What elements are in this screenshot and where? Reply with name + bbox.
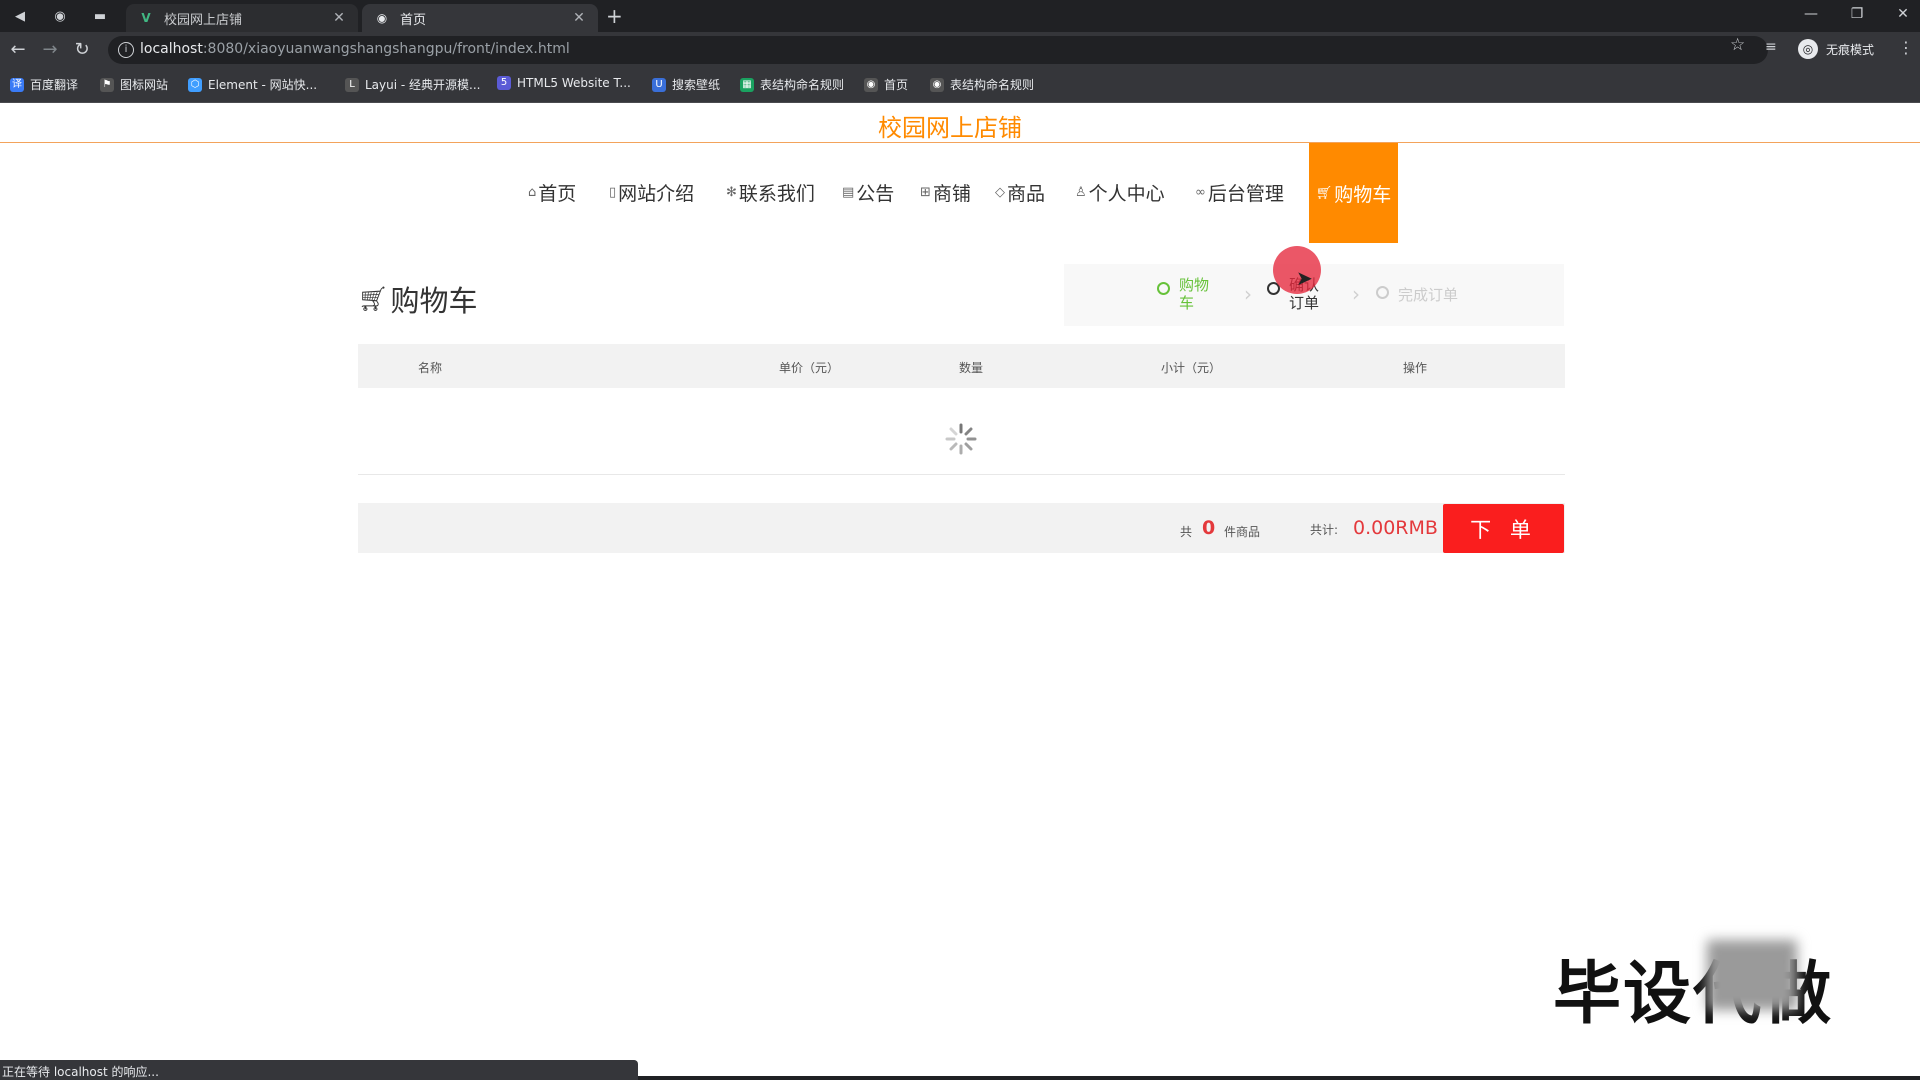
cursor-icon: ➤	[1296, 266, 1313, 290]
bookmark-item[interactable]: 译百度翻译	[10, 76, 78, 93]
globe-icon[interactable]: ◉	[50, 6, 70, 26]
user-icon: ♙	[1075, 185, 1087, 200]
audio-icon[interactable]: ◀	[10, 6, 30, 26]
bottom-edge	[638, 1076, 1920, 1080]
status-text: 正在等待 localhost 的响应...	[2, 1065, 159, 1079]
cart-icon: 🛒︎	[1315, 185, 1333, 201]
url-path: :8080/xiaoyuanwangshangshangpu/front/ind…	[202, 41, 570, 57]
column-quantity: 数量	[959, 361, 984, 375]
grid-icon: ⊞	[920, 185, 931, 200]
item-count-suffix: 件商品	[1224, 525, 1261, 539]
bookmark-star-icon[interactable]: ☆	[1730, 35, 1745, 55]
forward-icon[interactable]: →	[38, 39, 62, 61]
item-count-prefix: 共	[1180, 525, 1193, 539]
column-unit-price: 单价（元）	[779, 361, 840, 375]
site-header: 校园网上店铺	[0, 102, 1920, 143]
step-cart: 购物车	[1157, 276, 1209, 312]
bookmark-item[interactable]: ⬡ Element - 网站快...	[188, 76, 317, 93]
element-icon: ⬡	[188, 77, 202, 92]
bookmark-item[interactable]: ◉ 表结构命名规则	[930, 76, 1034, 93]
tab-title: 校园网上店铺	[164, 12, 243, 28]
watermark-blur	[1707, 940, 1797, 1010]
reading-list-icon[interactable]: ≡	[1765, 39, 1777, 55]
bookmark-item[interactable]: ⚑ 图标网站	[100, 76, 168, 93]
sheet-icon: ▦	[740, 77, 754, 92]
site-title: 校园网上店铺	[878, 114, 1022, 142]
layui-icon: L	[345, 77, 359, 92]
close-tab-icon[interactable]: ✕	[570, 10, 588, 26]
vue-icon: V	[141, 11, 151, 25]
nav-notice[interactable]: ▤ 公告	[842, 179, 894, 206]
total-label: 共计:	[1310, 523, 1339, 537]
column-subtotal: 小计（元）	[1161, 361, 1222, 375]
close-tab-icon[interactable]: ✕	[330, 10, 348, 26]
table-header: 名称 单价（元） 数量 小计（元） 操作	[358, 344, 1565, 388]
nav-home[interactable]: ⌂ 首页	[528, 179, 576, 206]
bookmark-item[interactable]: ▦ 表结构命名规则	[740, 76, 844, 93]
bookmark-item[interactable]: 5 HTML5 Website T...	[497, 76, 631, 90]
browser-toolbar: ← → ↻ i localhost:8080/xiaoyuanwangshang…	[0, 32, 1920, 68]
url-host: localhost	[140, 41, 203, 57]
back-icon[interactable]: ←	[6, 39, 30, 61]
browser-tab-bar: ◀ ◉ ▬ V 校园网上店铺 ✕ ◉ 首页 ✕ + — ❐ ✕	[0, 0, 1920, 32]
minimize-button[interactable]: —	[1796, 6, 1826, 22]
document-icon: ▯	[609, 185, 617, 200]
reload-icon[interactable]: ↻	[70, 39, 94, 61]
step-complete: 完成订单	[1376, 286, 1458, 304]
page-title: 🛒︎ 购物车	[358, 284, 478, 318]
translate-icon: 译	[10, 77, 24, 92]
item-count: 0	[1202, 517, 1216, 539]
info-icon[interactable]: i	[118, 42, 134, 58]
menu-icon[interactable]: ⋮	[1898, 38, 1914, 57]
globe-icon: ◉	[864, 77, 878, 92]
check-circle-icon	[1157, 282, 1170, 295]
restore-button[interactable]: ❐	[1842, 6, 1872, 22]
chevron-right-icon: ›	[1352, 282, 1360, 306]
place-order-button[interactable]: 下 单	[1443, 504, 1564, 553]
column-action: 操作	[1403, 361, 1428, 375]
address-bar[interactable]: i localhost:8080/xiaoyuanwangshangshangp…	[108, 36, 1768, 64]
bookmark-item[interactable]: U 搜索壁纸	[652, 76, 720, 93]
bookmark-item[interactable]: ◉ 首页	[864, 76, 908, 93]
bookmarks-bar: 译百度翻译 ⚑ 图标网站 ⬡ Element - 网站快... L Layui - 经…	[0, 68, 1920, 103]
new-tab-button[interactable]: +	[606, 6, 623, 26]
nav-products[interactable]: ◇ 商品	[995, 179, 1045, 206]
chevron-right-icon: ›	[1244, 282, 1252, 306]
wallpaper-icon: U	[652, 77, 666, 92]
nav-about[interactable]: ▯ 网站介绍	[609, 179, 694, 206]
loading-spinner-icon	[945, 423, 977, 455]
tab-title: 首页	[400, 12, 427, 28]
incognito-label[interactable]: 无痕模式	[1826, 41, 1874, 58]
browser-tab[interactable]: V 校园网上店铺 ✕	[126, 4, 358, 32]
flag-icon: ⚑	[100, 77, 114, 92]
home-icon: ⌂	[528, 185, 537, 200]
main-nav: ⌂ 首页 ▯ 网站介绍 ✻ 联系我们 ▤ 公告 ⊞ 商铺 ◇ 商品 ♙ 个人中心 ∞ 后台管理 …	[0, 143, 1920, 243]
cart-icon: 🛒︎	[358, 285, 389, 313]
globe-icon: ◉	[376, 11, 388, 25]
nav-contact[interactable]: ✻ 联系我们	[726, 179, 815, 206]
html5-icon: 5	[497, 76, 511, 90]
url-text[interactable]: localhost:8080/xiaoyuanwangshangshangpu/…	[140, 41, 570, 57]
close-window-button[interactable]: ✕	[1888, 6, 1918, 22]
incognito-icon[interactable]: ◎	[1798, 39, 1818, 59]
nav-shop[interactable]: ⊞ 商铺	[920, 179, 971, 206]
cart-summary: 共 0 件商品 共计: 0.00RMB 下 单	[358, 503, 1565, 553]
circle-icon	[1376, 286, 1389, 299]
browser-tab-active[interactable]: ◉ 首页 ✕	[362, 4, 598, 32]
notice-icon: ▤	[842, 185, 855, 200]
link-icon: ∞	[1195, 185, 1206, 200]
table-body	[358, 388, 1565, 475]
nav-admin[interactable]: ∞ 后台管理	[1195, 179, 1284, 206]
nav-profile[interactable]: ♙ 个人中心	[1075, 179, 1165, 206]
column-name: 名称	[418, 361, 443, 375]
tag-icon: ◇	[995, 185, 1005, 200]
asterisk-icon: ✻	[726, 185, 737, 200]
cart-table: 名称 单价（元） 数量 小计（元） 操作	[358, 344, 1565, 475]
bookmark-item[interactable]: L Layui - 经典开源模...	[345, 76, 480, 93]
globe-icon: ◉	[930, 77, 944, 92]
nav-cart[interactable]: 🛒︎ 购物车	[1309, 143, 1398, 243]
window-icon[interactable]: ▬	[90, 6, 110, 26]
total-price: 0.00RMB	[1353, 517, 1438, 539]
status-bar: 正在等待 localhost 的响应...	[0, 1060, 638, 1080]
